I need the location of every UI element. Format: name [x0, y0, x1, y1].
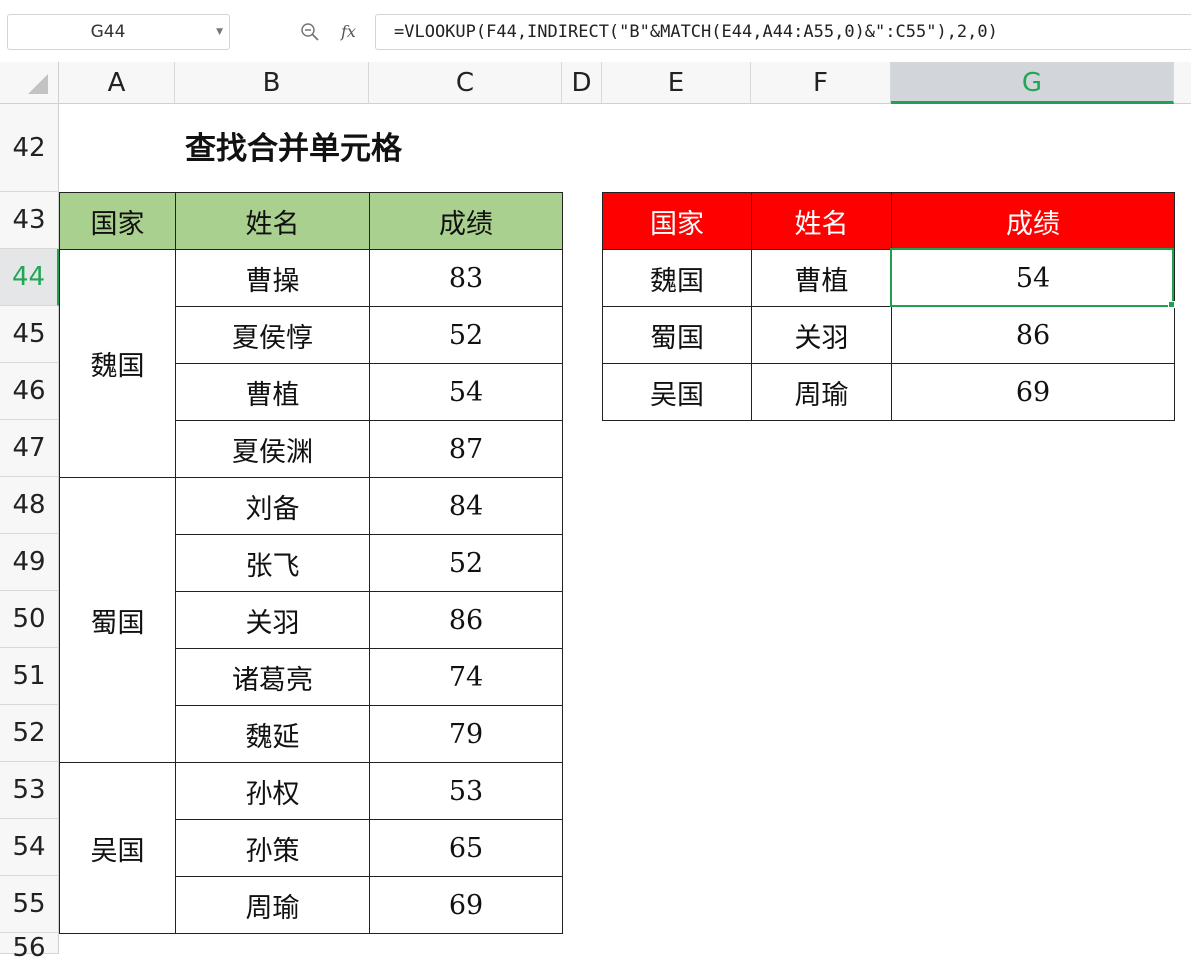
score-cell[interactable]: 86: [369, 591, 563, 649]
left-header-b[interactable]: 姓名: [175, 192, 370, 250]
row-header-42[interactable]: 42: [0, 104, 59, 192]
score-cell[interactable]: 65: [369, 819, 563, 877]
name-cell[interactable]: 夏侯渊: [175, 420, 370, 478]
score-cell[interactable]: 84: [369, 477, 563, 535]
row-header-53[interactable]: 53: [0, 762, 59, 819]
score-cell[interactable]: 52: [369, 534, 563, 592]
score-cell[interactable]: 54: [369, 363, 563, 421]
column-header-b[interactable]: B: [175, 62, 369, 104]
row-header-51[interactable]: 51: [0, 648, 59, 705]
score-cell[interactable]: 79: [369, 705, 563, 763]
row-header-50[interactable]: 50: [0, 591, 59, 648]
row-header-52[interactable]: 52: [0, 705, 59, 762]
score-cell[interactable]: 52: [369, 306, 563, 364]
sheet-title[interactable]: 查找合并单元格: [185, 126, 565, 172]
row-header-54[interactable]: 54: [0, 819, 59, 876]
column-header-a[interactable]: A: [59, 62, 175, 104]
name-cell[interactable]: 孙策: [175, 819, 370, 877]
lookup-name-cell[interactable]: 曹植: [751, 249, 892, 307]
column-header-e[interactable]: E: [602, 62, 751, 104]
column-header-filler: [1174, 62, 1191, 104]
score-cell[interactable]: 87: [369, 420, 563, 478]
select-all-corner[interactable]: [0, 62, 59, 104]
country-merged-cell[interactable]: 吴国: [59, 762, 176, 934]
column-header-g[interactable]: G: [891, 62, 1174, 104]
fill-handle[interactable]: [1168, 301, 1175, 308]
row-header-48[interactable]: 48: [0, 477, 59, 534]
lookup-score-cell[interactable]: 69: [891, 363, 1175, 421]
row-header-46[interactable]: 46: [0, 363, 59, 420]
country-merged-cell[interactable]: 魏国: [59, 249, 176, 478]
formula-input[interactable]: =VLOOKUP(F44,INDIRECT("B"&MATCH(E44,A44:…: [375, 14, 1191, 50]
name-cell[interactable]: 魏延: [175, 705, 370, 763]
name-cell[interactable]: 周瑜: [175, 876, 370, 934]
lookup-country-cell[interactable]: 吴国: [602, 363, 752, 421]
name-cell[interactable]: 刘备: [175, 477, 370, 535]
row-header-43[interactable]: 43: [0, 192, 59, 249]
lookup-name-cell[interactable]: 关羽: [751, 306, 892, 364]
score-cell[interactable]: 74: [369, 648, 563, 706]
country-merged-cell[interactable]: 蜀国: [59, 477, 176, 763]
lookup-country-cell[interactable]: 魏国: [602, 249, 752, 307]
row-header-44[interactable]: 44: [0, 249, 59, 306]
name-cell[interactable]: 张飞: [175, 534, 370, 592]
row-header-45[interactable]: 45: [0, 306, 59, 363]
lookup-country-cell[interactable]: 蜀国: [602, 306, 752, 364]
name-cell[interactable]: 孙权: [175, 762, 370, 820]
column-header-f[interactable]: F: [751, 62, 891, 104]
active-cell-selection: [890, 248, 1174, 307]
name-cell[interactable]: 曹操: [175, 249, 370, 307]
lookup-header-g[interactable]: 成绩: [891, 192, 1175, 250]
row-header-56[interactable]: 56: [0, 933, 59, 963]
left-header-c[interactable]: 成绩: [369, 192, 563, 250]
row-header-49[interactable]: 49: [0, 534, 59, 591]
score-cell[interactable]: 83: [369, 249, 563, 307]
name-cell[interactable]: 曹植: [175, 363, 370, 421]
score-cell[interactable]: 69: [369, 876, 563, 934]
zoom-icon[interactable]: [300, 22, 320, 42]
name-cell[interactable]: 关羽: [175, 591, 370, 649]
lookup-name-cell[interactable]: 周瑜: [751, 363, 892, 421]
column-header-c[interactable]: C: [369, 62, 562, 104]
fx-icon[interactable]: fx: [341, 20, 363, 44]
row-header-47[interactable]: 47: [0, 420, 59, 477]
name-box[interactable]: G44 ▼: [7, 14, 230, 50]
lookup-score-cell[interactable]: 86: [891, 306, 1175, 364]
score-cell[interactable]: 53: [369, 762, 563, 820]
row-header-55[interactable]: 55: [0, 876, 59, 933]
left-header-a[interactable]: 国家: [59, 192, 176, 250]
lookup-header-e[interactable]: 国家: [602, 192, 752, 250]
name-cell[interactable]: 诸葛亮: [175, 648, 370, 706]
chevron-down-icon[interactable]: ▼: [216, 15, 223, 49]
lookup-header-f[interactable]: 姓名: [751, 192, 892, 250]
column-header-d[interactable]: D: [562, 62, 602, 104]
name-cell[interactable]: 夏侯惇: [175, 306, 370, 364]
name-box-value: G44: [90, 22, 126, 42]
